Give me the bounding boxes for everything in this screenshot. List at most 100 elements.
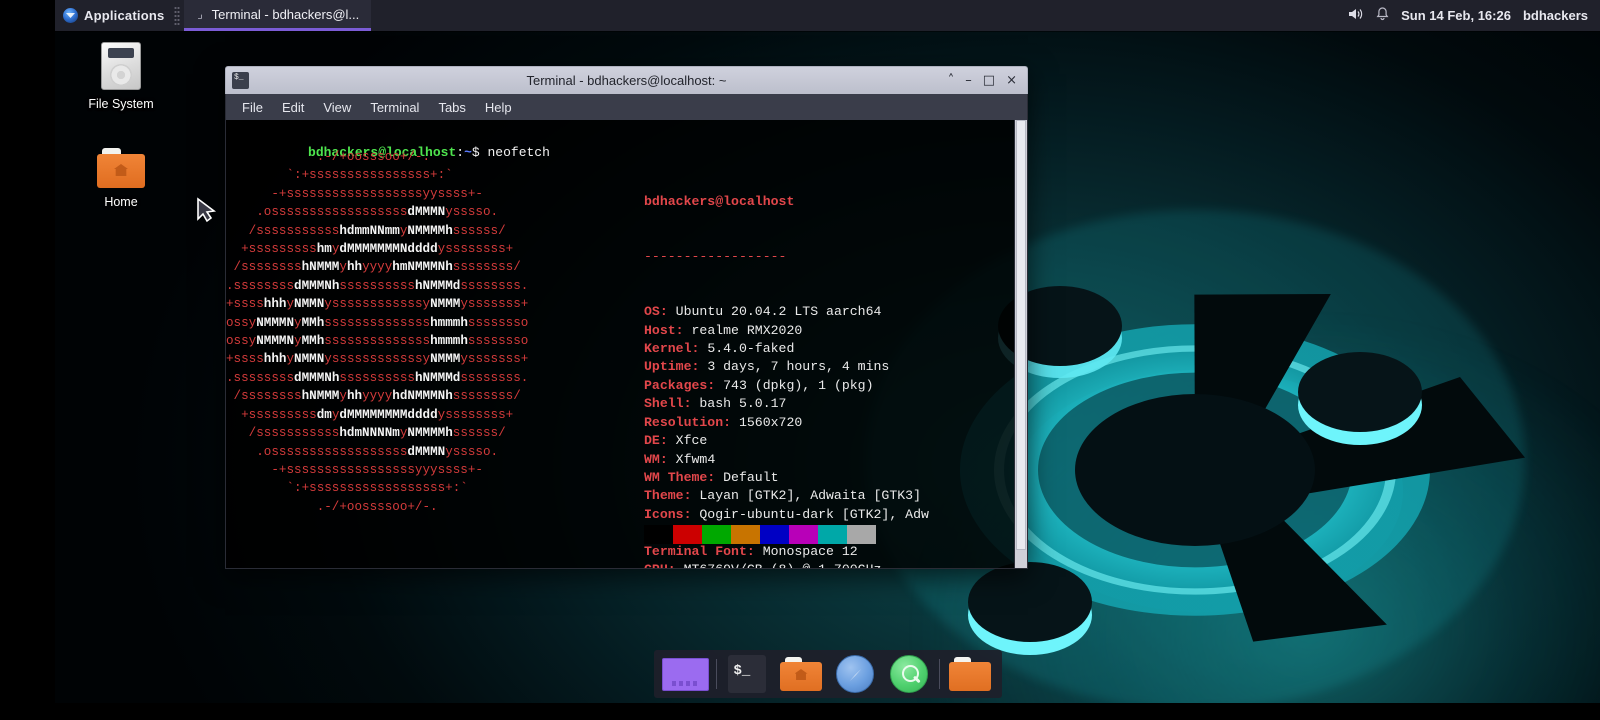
ascii-art-line: -+ssssssssssssssssssyyssss+-: [226, 186, 483, 201]
taskbar-item-label: Terminal - bdhackers@l...: [211, 6, 360, 22]
maximize-button[interactable]: □: [983, 74, 995, 87]
neofetch-field: Packages: 743 (dpkg), 1 (pkg): [644, 377, 929, 395]
neofetch-field-value: 3 days, 7 hours, 4 mins: [699, 359, 890, 375]
neofetch-field-key: DE:: [644, 433, 668, 449]
ascii-art-line: .ssssssssdMMMNhsssssssssshNMMMdssssssss.: [226, 370, 529, 385]
menu-help[interactable]: Help: [477, 97, 520, 118]
shade-button[interactable]: ˄: [948, 74, 955, 87]
terminal-icon: [232, 72, 249, 89]
dock-item-home[interactable]: [777, 654, 825, 694]
neofetch-field-value: 1560x720: [731, 414, 803, 430]
folder-icon: [948, 657, 991, 691]
terminal-scrollbar[interactable]: [1014, 120, 1027, 568]
neofetch-field: WM Theme: Default: [644, 469, 929, 487]
neofetch-field-value: realme RMX2020: [683, 322, 803, 338]
system-tray: Sun 14 Feb, 16:26 bdhackers: [1348, 0, 1600, 31]
neofetch-field-value: Xfwm4: [667, 451, 716, 467]
dock-item-terminal[interactable]: [723, 654, 771, 694]
dock-separator: [715, 659, 717, 689]
xfce-mouse-icon: [63, 8, 78, 23]
neofetch-field-value: 743 (dpkg), 1 (pkg): [715, 377, 874, 393]
terminal-icon: [727, 655, 766, 693]
neofetch-field-key: Packages:: [644, 377, 716, 393]
neofetch-field-key: Host:: [644, 322, 684, 338]
neofetch-ascii-art: .-/+oosssoo+/-. `:+ssssssssssssssss+:` -…: [226, 148, 528, 516]
neofetch-field: Host: realme RMX2020: [644, 322, 929, 340]
bell-icon[interactable]: [1376, 7, 1389, 24]
palette-row-dark: [644, 524, 876, 544]
neofetch-field: OS: Ubuntu 20.04.2 LTS aarch64: [644, 303, 929, 321]
desktop-icon-file-system[interactable]: File System: [67, 42, 175, 111]
desktop-icon-label: File System: [88, 97, 154, 111]
minimize-button[interactable]: –: [965, 74, 972, 87]
neofetch-field: WM: Xfwm4: [644, 451, 929, 469]
drive-icon: [101, 42, 141, 90]
dock-item-browser[interactable]: [831, 654, 879, 694]
user-menu[interactable]: bdhackers: [1523, 8, 1590, 23]
ascii-art-line: `:+ssssssssssssssss+:`: [226, 168, 453, 183]
palette-swatch-dark: [760, 524, 789, 544]
neofetch-color-palette: [644, 488, 876, 568]
ascii-art-line: `:+ssssssssssssssssss+:`: [226, 481, 468, 496]
neofetch-field-key: OS:: [644, 304, 668, 320]
palette-swatch-dark: [731, 524, 760, 544]
compass-icon: [835, 655, 874, 693]
scrollbar-thumb[interactable]: [1016, 120, 1026, 551]
neofetch-field-value: Ubuntu 20.04.2 LTS aarch64: [667, 304, 882, 320]
neofetch-field-key: Uptime:: [644, 359, 700, 375]
terminal-body[interactable]: bdhackers@localhost:~$ neofetch .-/+ooss…: [225, 120, 1028, 569]
ascii-art-line: .-/+oosssoo+/-.: [226, 150, 431, 164]
neofetch-field: Kernel: 5.4.0-faked: [644, 340, 929, 358]
arrow-cursor: [197, 197, 217, 223]
ascii-art-line: +ssssssssshmydMMMMMMMNddddyssssssss+: [226, 242, 514, 257]
palette-swatch-dark: [673, 524, 702, 544]
palette-swatch-dark: [818, 524, 847, 544]
ascii-art-line: /sssssssshNMMMyhhyyyyhdNMMMNhssssssss/: [226, 389, 521, 404]
speaker-icon[interactable]: [1348, 7, 1364, 24]
panel-handle[interactable]: [174, 5, 181, 26]
menu-edit[interactable]: Edit: [274, 97, 312, 118]
dock-separator: [938, 659, 940, 689]
applications-menu-label: Applications: [84, 8, 165, 23]
palette-swatch-dark: [789, 524, 818, 544]
terminal-window[interactable]: Terminal - bdhackers@localhost: ~ ˄ – □ …: [225, 66, 1028, 569]
ascii-art-line: +sssssssssdmydMMMMMMMMddddyssssssss+: [226, 407, 514, 422]
neofetch-field-value: Default: [715, 469, 779, 485]
ascii-art-line: /sssssssshNMMMyhhyyyyhmNMMMNhssssssss/: [226, 260, 521, 275]
clock[interactable]: Sun 14 Feb, 16:26: [1401, 8, 1511, 23]
neofetch-field: DE: Xfce: [644, 432, 929, 450]
bottom-dock: [653, 650, 1002, 698]
palette-swatch-dark: [644, 524, 673, 544]
ascii-art-line: .-/+oossssoo+/-.: [226, 499, 438, 514]
dock-item-search[interactable]: [885, 654, 933, 694]
window-title: Terminal - bdhackers@localhost: ~: [526, 73, 727, 88]
menu-terminal[interactable]: Terminal: [362, 97, 427, 118]
taskbar-item-terminal[interactable]: ⌟ Terminal - bdhackers@l...: [184, 0, 372, 31]
neofetch-field-key: Kernel:: [644, 341, 700, 357]
neofetch-field: Uptime: 3 days, 7 hours, 4 mins: [644, 358, 929, 376]
desktop-icon-home[interactable]: Home: [67, 148, 175, 209]
ascii-art-line: .ossssssssssssssssssdMMMNysssso.: [226, 205, 499, 220]
ascii-art-line: .ssssssssdMMMNhsssssssssshNMMMdssssssss.: [226, 278, 529, 293]
dock-item-files[interactable]: [946, 654, 994, 694]
neofetch-field-key: Shell:: [644, 396, 692, 412]
home-folder-icon: [779, 657, 822, 691]
menu-file[interactable]: File: [234, 97, 271, 118]
magnifier-icon: [889, 655, 928, 693]
ascii-art-line: -+sssssssssssssssssyyyssss+-: [226, 462, 483, 477]
pager-icon: [662, 657, 709, 691]
ascii-art-line: +sssshhhyNMMNyssssssssssssyNMMMysssssss+: [226, 352, 529, 367]
menu-tabs[interactable]: Tabs: [430, 97, 473, 118]
terminal-titlebar[interactable]: Terminal - bdhackers@localhost: ~ ˄ – □ …: [225, 66, 1028, 94]
close-button[interactable]: ×: [1006, 74, 1017, 87]
dock-item-workspace-pager[interactable]: [662, 654, 710, 694]
neofetch-field-value: Xfce: [667, 433, 708, 449]
terminal-menubar: File Edit View Terminal Tabs Help: [225, 94, 1028, 120]
neofetch-field-key: Resolution:: [644, 414, 732, 430]
neofetch-field-value: 5.4.0-faked: [699, 341, 795, 357]
terminal-output: bdhackers@localhost:~$ neofetch .-/+ooss…: [226, 120, 1014, 568]
neofetch-field: Shell: bash 5.0.17: [644, 395, 929, 413]
applications-menu-button[interactable]: Applications: [55, 0, 170, 31]
window-tasklist: ⌟ Terminal - bdhackers@l...: [184, 0, 372, 31]
menu-view[interactable]: View: [315, 97, 359, 118]
